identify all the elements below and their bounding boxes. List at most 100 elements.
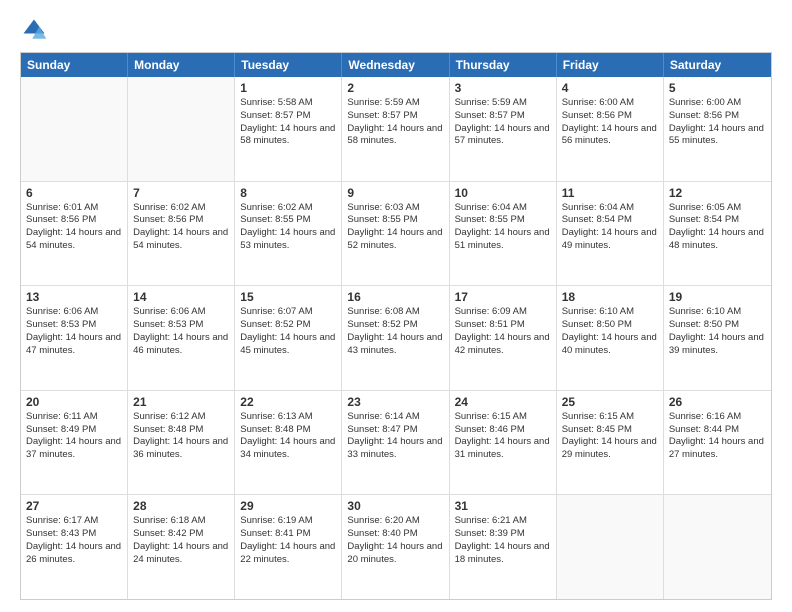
- calendar-cell: 24 Sunrise: 6:15 AM Sunset: 8:46 PM Dayli…: [450, 391, 557, 495]
- calendar-cell: 25 Sunrise: 6:15 AM Sunset: 8:45 PM Dayli…: [557, 391, 664, 495]
- calendar-row: 13 Sunrise: 6:06 AM Sunset: 8:53 PM Dayli…: [21, 285, 771, 390]
- day-info: Sunrise: 6:20 AM Sunset: 8:40 PM Dayligh…: [347, 515, 443, 566]
- day-info: Sunrise: 6:06 AM Sunset: 8:53 PM Dayligh…: [26, 306, 122, 357]
- header: [20, 16, 772, 44]
- day-number: 11: [562, 186, 658, 200]
- day-info: Sunrise: 6:17 AM Sunset: 8:43 PM Dayligh…: [26, 515, 122, 566]
- calendar-cell: 22 Sunrise: 6:13 AM Sunset: 8:48 PM Dayli…: [235, 391, 342, 495]
- calendar-cell: 16 Sunrise: 6:08 AM Sunset: 8:52 PM Dayli…: [342, 286, 449, 390]
- day-number: 15: [240, 290, 336, 304]
- calendar-cell: 1 Sunrise: 5:58 AM Sunset: 8:57 PM Daylig…: [235, 77, 342, 181]
- day-info: Sunrise: 6:19 AM Sunset: 8:41 PM Dayligh…: [240, 515, 336, 566]
- day-number: 12: [669, 186, 766, 200]
- day-number: 3: [455, 81, 551, 95]
- day-info: Sunrise: 6:07 AM Sunset: 8:52 PM Dayligh…: [240, 306, 336, 357]
- calendar-row: 20Sunrise: 6:11 AM Sunset: 8:49 PM Dayli…: [21, 390, 771, 495]
- calendar-cell: 11Sunrise: 6:04 AM Sunset: 8:54 PM Dayli…: [557, 182, 664, 286]
- day-number: 5: [669, 81, 766, 95]
- calendar-cell: 6 Sunrise: 6:01 AM Sunset: 8:56 PM Daylig…: [21, 182, 128, 286]
- day-number: 17: [455, 290, 551, 304]
- calendar-cell: 28Sunrise: 6:18 AM Sunset: 8:42 PM Dayli…: [128, 495, 235, 599]
- day-info: Sunrise: 6:16 AM Sunset: 8:44 PM Dayligh…: [669, 411, 766, 462]
- calendar-cell: 17 Sunrise: 6:09 AM Sunset: 8:51 PM Dayli…: [450, 286, 557, 390]
- day-info: Sunrise: 6:08 AM Sunset: 8:52 PM Dayligh…: [347, 306, 443, 357]
- calendar-row: 6 Sunrise: 6:01 AM Sunset: 8:56 PM Daylig…: [21, 181, 771, 286]
- day-number: 22: [240, 395, 336, 409]
- calendar: SundayMondayTuesdayWednesdayThursdayFrid…: [20, 52, 772, 600]
- day-number: 28: [133, 499, 229, 513]
- day-info: Sunrise: 5:59 AM Sunset: 8:57 PM Dayligh…: [455, 97, 551, 148]
- calendar-cell: 15 Sunrise: 6:07 AM Sunset: 8:52 PM Dayli…: [235, 286, 342, 390]
- calendar-cell: [557, 495, 664, 599]
- day-info: Sunrise: 6:01 AM Sunset: 8:56 PM Dayligh…: [26, 202, 122, 253]
- calendar-cell: 26 Sunrise: 6:16 AM Sunset: 8:44 PM Dayli…: [664, 391, 771, 495]
- day-number: 8: [240, 186, 336, 200]
- calendar-row: 1 Sunrise: 5:58 AM Sunset: 8:57 PM Daylig…: [21, 77, 771, 181]
- weekday-header: Sunday: [21, 53, 128, 77]
- calendar-cell: 4 Sunrise: 6:00 AM Sunset: 8:56 PM Daylig…: [557, 77, 664, 181]
- day-info: Sunrise: 6:10 AM Sunset: 8:50 PM Dayligh…: [562, 306, 658, 357]
- day-info: Sunrise: 6:15 AM Sunset: 8:45 PM Dayligh…: [562, 411, 658, 462]
- calendar-cell: 27Sunrise: 6:17 AM Sunset: 8:43 PM Dayli…: [21, 495, 128, 599]
- day-number: 7: [133, 186, 229, 200]
- calendar-cell: 3 Sunrise: 5:59 AM Sunset: 8:57 PM Daylig…: [450, 77, 557, 181]
- day-info: Sunrise: 6:02 AM Sunset: 8:55 PM Dayligh…: [240, 202, 336, 253]
- day-number: 6: [26, 186, 122, 200]
- day-info: Sunrise: 6:13 AM Sunset: 8:48 PM Dayligh…: [240, 411, 336, 462]
- calendar-cell: 9 Sunrise: 6:03 AM Sunset: 8:55 PM Daylig…: [342, 182, 449, 286]
- calendar-header: SundayMondayTuesdayWednesdayThursdayFrid…: [21, 53, 771, 77]
- calendar-cell: [128, 77, 235, 181]
- calendar-cell: 30 Sunrise: 6:20 AM Sunset: 8:40 PM Dayli…: [342, 495, 449, 599]
- calendar-cell: 10 Sunrise: 6:04 AM Sunset: 8:55 PM Dayli…: [450, 182, 557, 286]
- day-number: 18: [562, 290, 658, 304]
- day-number: 4: [562, 81, 658, 95]
- day-info: Sunrise: 6:09 AM Sunset: 8:51 PM Dayligh…: [455, 306, 551, 357]
- day-number: 29: [240, 499, 336, 513]
- calendar-cell: 14Sunrise: 6:06 AM Sunset: 8:53 PM Dayli…: [128, 286, 235, 390]
- calendar-cell: [664, 495, 771, 599]
- calendar-cell: 20Sunrise: 6:11 AM Sunset: 8:49 PM Dayli…: [21, 391, 128, 495]
- day-info: Sunrise: 6:06 AM Sunset: 8:53 PM Dayligh…: [133, 306, 229, 357]
- day-info: Sunrise: 6:21 AM Sunset: 8:39 PM Dayligh…: [455, 515, 551, 566]
- calendar-row: 27Sunrise: 6:17 AM Sunset: 8:43 PM Dayli…: [21, 494, 771, 599]
- calendar-cell: [21, 77, 128, 181]
- day-number: 24: [455, 395, 551, 409]
- weekday-header: Thursday: [450, 53, 557, 77]
- calendar-cell: 7 Sunrise: 6:02 AM Sunset: 8:56 PM Daylig…: [128, 182, 235, 286]
- day-info: Sunrise: 6:12 AM Sunset: 8:48 PM Dayligh…: [133, 411, 229, 462]
- logo-icon: [20, 16, 48, 44]
- calendar-cell: 31 Sunrise: 6:21 AM Sunset: 8:39 PM Dayli…: [450, 495, 557, 599]
- day-number: 13: [26, 290, 122, 304]
- day-number: 16: [347, 290, 443, 304]
- day-number: 10: [455, 186, 551, 200]
- day-info: Sunrise: 6:03 AM Sunset: 8:55 PM Dayligh…: [347, 202, 443, 253]
- day-number: 31: [455, 499, 551, 513]
- day-info: Sunrise: 5:58 AM Sunset: 8:57 PM Dayligh…: [240, 97, 336, 148]
- weekday-header: Wednesday: [342, 53, 449, 77]
- calendar-cell: 13 Sunrise: 6:06 AM Sunset: 8:53 PM Dayli…: [21, 286, 128, 390]
- day-info: Sunrise: 6:00 AM Sunset: 8:56 PM Dayligh…: [669, 97, 766, 148]
- page: SundayMondayTuesdayWednesdayThursdayFrid…: [0, 0, 792, 612]
- day-info: Sunrise: 6:00 AM Sunset: 8:56 PM Dayligh…: [562, 97, 658, 148]
- day-info: Sunrise: 6:04 AM Sunset: 8:55 PM Dayligh…: [455, 202, 551, 253]
- calendar-cell: 8 Sunrise: 6:02 AM Sunset: 8:55 PM Daylig…: [235, 182, 342, 286]
- weekday-header: Saturday: [664, 53, 771, 77]
- calendar-body: 1 Sunrise: 5:58 AM Sunset: 8:57 PM Daylig…: [21, 77, 771, 599]
- day-info: Sunrise: 6:14 AM Sunset: 8:47 PM Dayligh…: [347, 411, 443, 462]
- day-number: 19: [669, 290, 766, 304]
- weekday-header: Friday: [557, 53, 664, 77]
- day-number: 30: [347, 499, 443, 513]
- day-number: 23: [347, 395, 443, 409]
- weekday-header: Monday: [128, 53, 235, 77]
- logo: [20, 16, 52, 44]
- day-number: 9: [347, 186, 443, 200]
- day-info: Sunrise: 6:02 AM Sunset: 8:56 PM Dayligh…: [133, 202, 229, 253]
- calendar-cell: 18 Sunrise: 6:10 AM Sunset: 8:50 PM Dayli…: [557, 286, 664, 390]
- day-number: 1: [240, 81, 336, 95]
- day-number: 25: [562, 395, 658, 409]
- day-number: 26: [669, 395, 766, 409]
- day-info: Sunrise: 6:10 AM Sunset: 8:50 PM Dayligh…: [669, 306, 766, 357]
- calendar-cell: 23 Sunrise: 6:14 AM Sunset: 8:47 PM Dayli…: [342, 391, 449, 495]
- day-info: Sunrise: 6:15 AM Sunset: 8:46 PM Dayligh…: [455, 411, 551, 462]
- calendar-cell: 29 Sunrise: 6:19 AM Sunset: 8:41 PM Dayli…: [235, 495, 342, 599]
